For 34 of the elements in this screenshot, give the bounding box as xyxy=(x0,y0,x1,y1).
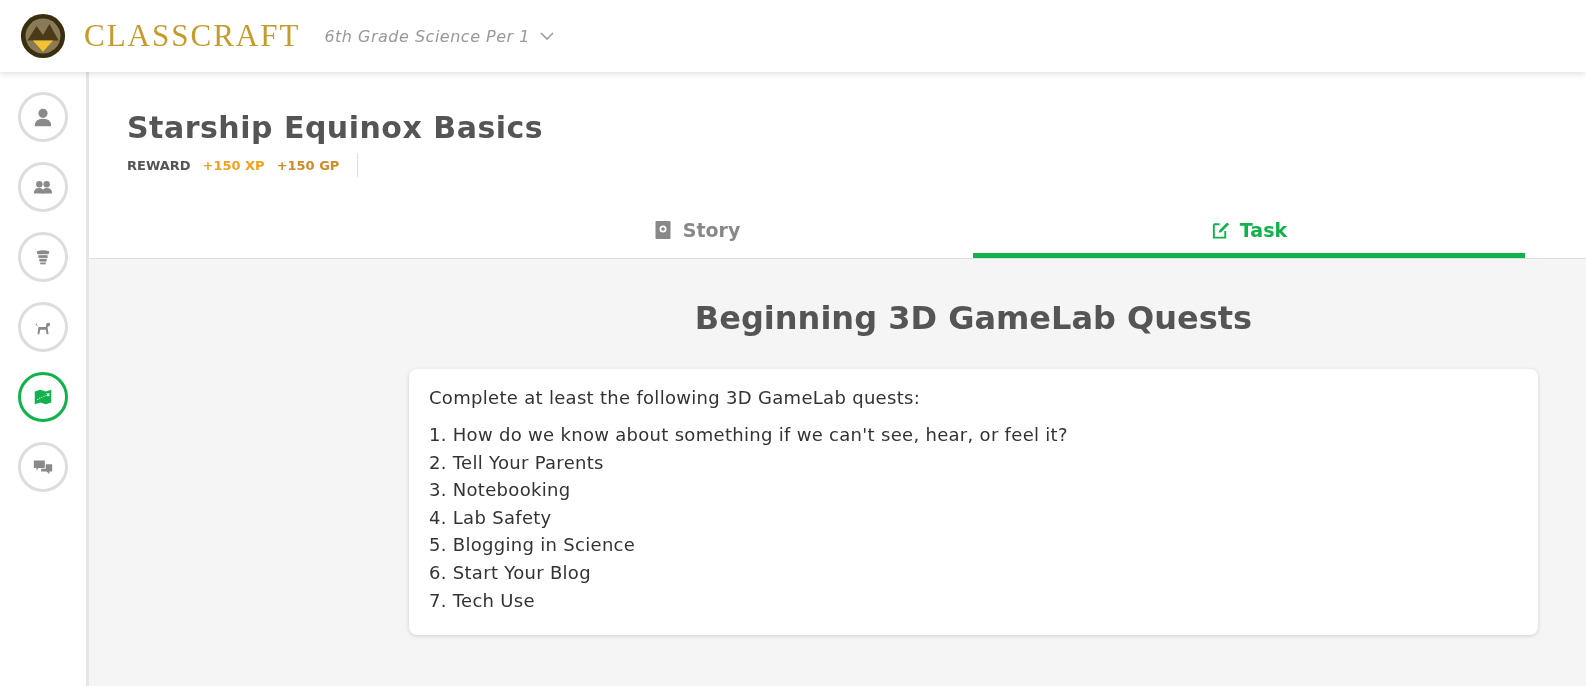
list-number: 7. xyxy=(429,588,447,613)
nav-pet-button[interactable] xyxy=(18,302,68,352)
class-selector[interactable]: 6th Grade Science Per 1 xyxy=(324,26,554,46)
list-number: 6. xyxy=(429,560,447,585)
list-number: 1. xyxy=(429,423,447,447)
edit-icon xyxy=(1210,220,1230,240)
logo-icon xyxy=(20,13,66,59)
nav-map-button[interactable] xyxy=(18,372,68,422)
quest-item: Start Your Blog xyxy=(452,560,591,585)
list-number: 4. xyxy=(429,505,447,530)
quest-item: How do we know about something if we can't see, hear, or feel it? xyxy=(452,423,1068,447)
caret-icon xyxy=(539,32,554,40)
quest-item: Tech Use xyxy=(452,588,535,613)
quest-item: Blogging in Science xyxy=(452,533,636,558)
person-icon xyxy=(32,106,54,128)
nav-person-button[interactable] xyxy=(18,92,68,142)
list-number: 5. xyxy=(429,533,447,558)
quest-title: Starship Equinox Basics xyxy=(127,110,545,145)
nav-armor-button[interactable] xyxy=(18,232,68,282)
reward-label: REWARD xyxy=(127,157,191,173)
story-tab[interactable]: Story xyxy=(421,207,973,258)
gp-reward: +150 GP xyxy=(276,157,340,173)
list-number: 2. xyxy=(429,450,447,475)
task-intro: Complete at least the following 3D GameLab quests: xyxy=(429,387,922,408)
nav-people-button[interactable] xyxy=(18,162,68,212)
list-number: 3. xyxy=(429,478,447,503)
xp-reward: +150 XP xyxy=(202,157,265,173)
quest-item: Tell Your Parents xyxy=(452,450,604,475)
brand-name: CLASSCRAFT xyxy=(84,18,301,54)
nav-chat-button[interactable] xyxy=(18,442,68,492)
quest-item: Lab Safety xyxy=(452,505,552,530)
quest-item: Notebooking xyxy=(452,478,571,503)
book-icon xyxy=(653,220,673,240)
task-heading: Beginning 3D GameLab Quests xyxy=(694,299,1253,337)
